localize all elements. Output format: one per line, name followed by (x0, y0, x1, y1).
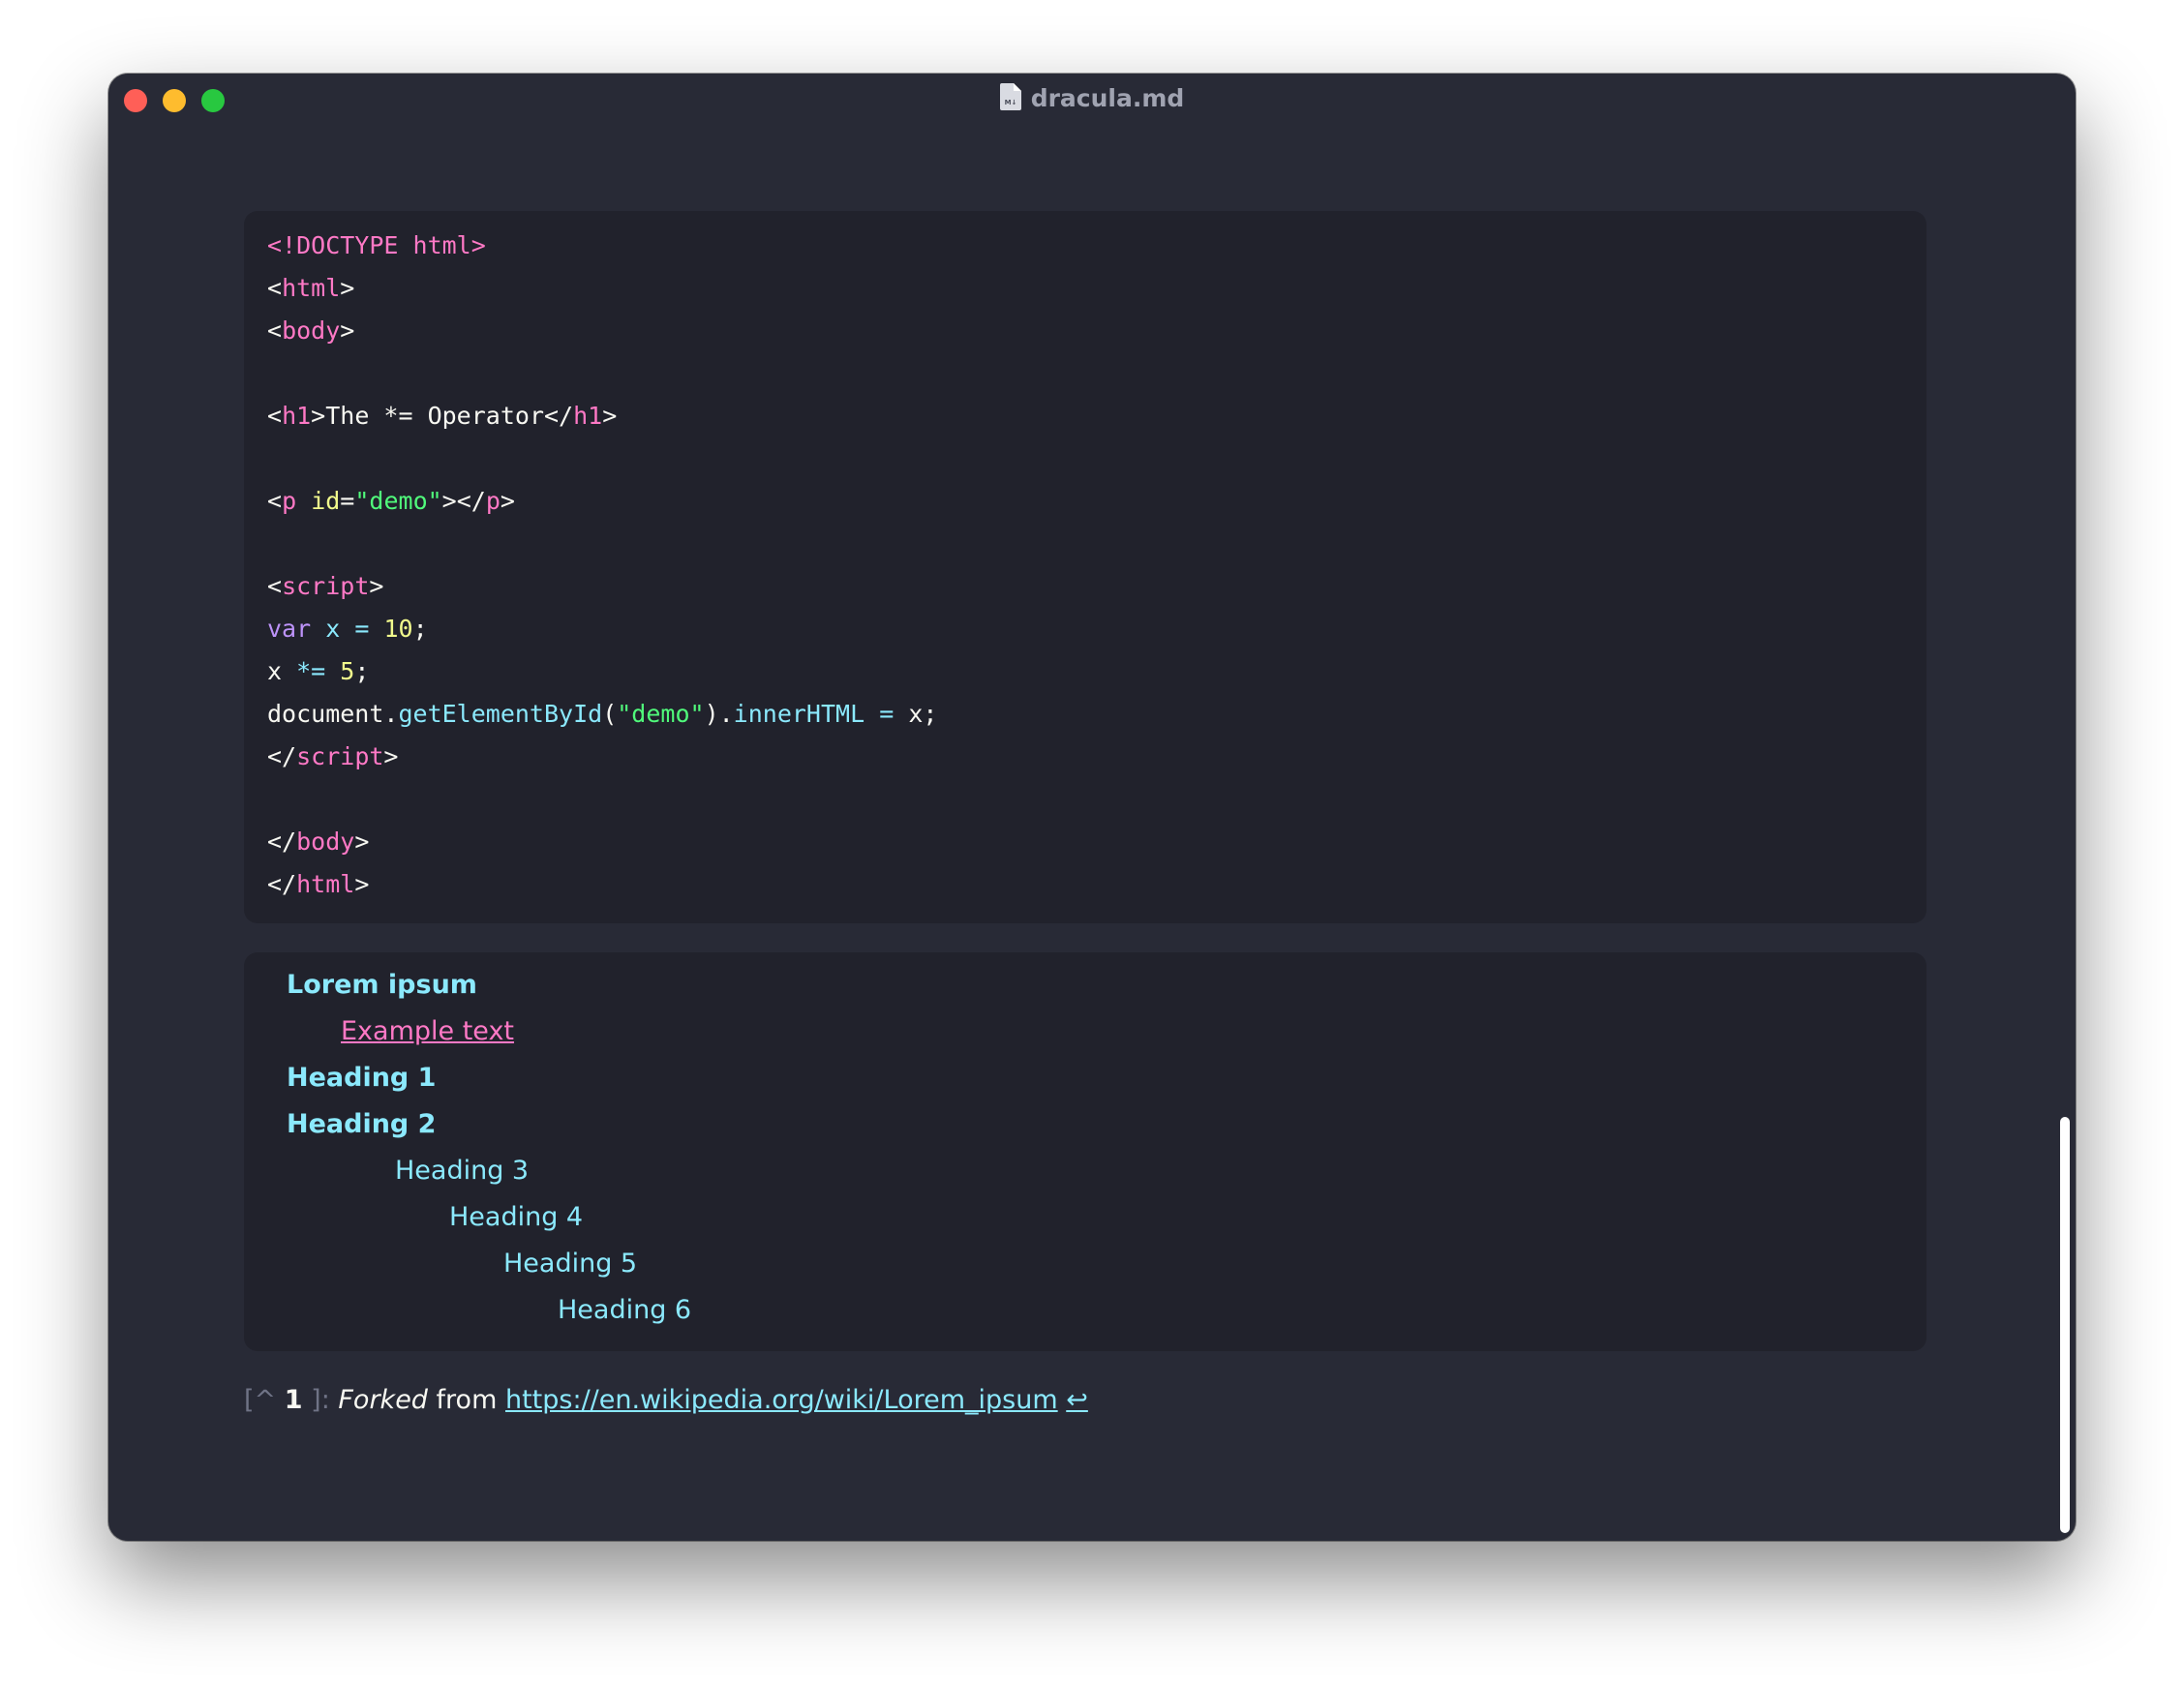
code-token: > (340, 274, 355, 302)
code-block[interactable]: <!DOCTYPE html> <html> <body> <h1>The *= Op… (244, 211, 1926, 923)
code-token: document. (267, 700, 399, 728)
code-token: 5 (340, 657, 355, 685)
footnote-link[interactable]: https://en.wikipedia.org/wiki/Lorem_ipsu… (505, 1385, 1058, 1415)
table-of-contents: Lorem ipsum Example text Heading 1 Heading … (244, 952, 1926, 1351)
footnote-colon: : (320, 1385, 330, 1415)
code-line: </script> (267, 736, 1926, 778)
code-token: > (500, 487, 515, 515)
title-bar: M↓ dracula.md (108, 74, 2076, 130)
code-token: ; (354, 657, 370, 685)
toc-item[interactable]: Lorem ipsum (244, 962, 1926, 1009)
code-token: ></ (441, 487, 486, 515)
code-token: h1 (573, 402, 603, 430)
toc-item[interactable]: Heading 2 (244, 1101, 1926, 1148)
code-token: h1 (282, 402, 312, 430)
code-line: <p id="demo"></p> (267, 480, 1926, 523)
code-token: html (296, 870, 355, 898)
code-line: </html> (267, 863, 1926, 906)
toc-item[interactable]: Heading 1 (244, 1055, 1926, 1101)
code-token: > (383, 742, 399, 770)
footnote-italic-text: Forked (338, 1385, 428, 1415)
code-token: < (267, 402, 283, 430)
code-line: <h1>The *= Operator</h1> (267, 395, 1926, 437)
code-token: > (354, 870, 370, 898)
code-line: var x = 10; (267, 608, 1926, 650)
code-line: <!DOCTYPE html> (267, 225, 1926, 267)
code-token: x; (894, 700, 938, 728)
code-token: < (267, 316, 283, 345)
code-token: p (485, 487, 500, 515)
code-token: </ (267, 828, 297, 856)
code-token: id (311, 487, 341, 515)
footnote-number: 1 (284, 1385, 303, 1415)
code-token: > (602, 402, 618, 430)
code-token: *= (296, 657, 326, 685)
code-token: x (267, 657, 297, 685)
code-token: = (879, 700, 895, 728)
code-token: ; (412, 615, 428, 643)
code-token: >The *= Operator</ (311, 402, 574, 430)
code-token: = (340, 487, 355, 515)
markdown-file-icon: M↓ (999, 83, 1021, 116)
app-window: M↓ dracula.md <!DOCTYPE html> <html> <body… (108, 74, 2076, 1541)
code-token: </ (267, 870, 297, 898)
toc-item[interactable]: Example text (244, 1009, 1926, 1055)
vertical-scrollbar[interactable] (2060, 1117, 2070, 1533)
code-token: getElementById (398, 700, 603, 728)
code-token: p (282, 487, 297, 515)
code-token: innerHTML (733, 700, 865, 728)
footnote-open-bracket: [^ (244, 1385, 277, 1415)
code-token: script (296, 742, 384, 770)
code-token: ). (704, 700, 734, 728)
code-token: ( (602, 700, 618, 728)
code-token: script (282, 572, 370, 600)
code-token: "demo" (617, 700, 705, 728)
code-token: <!DOCTYPE html> (267, 231, 486, 259)
toc-item[interactable]: Heading 3 (244, 1148, 1926, 1194)
code-token: 10 (383, 615, 413, 643)
code-token: body (296, 828, 355, 856)
window-title-text: dracula.md (1030, 84, 1185, 112)
code-line: x *= 5; (267, 650, 1926, 693)
code-line: <script> (267, 565, 1926, 608)
code-token: > (369, 572, 384, 600)
toc-item[interactable]: Heading 5 (244, 1241, 1926, 1287)
code-token: < (267, 274, 283, 302)
code-token: var (267, 615, 312, 643)
code-line: <html> (267, 267, 1926, 310)
code-token: body (282, 316, 341, 345)
code-token: = (354, 615, 370, 643)
code-token: html (282, 274, 341, 302)
code-token: > (340, 316, 355, 345)
code-token: < (267, 487, 283, 515)
code-token: x (325, 615, 341, 643)
footnote-close-bracket: ] (311, 1385, 321, 1415)
window-title: M↓ dracula.md (108, 83, 2076, 116)
code-line: document.getElementById("demo").innerHTM… (267, 693, 1926, 736)
toc-item[interactable]: Heading 4 (244, 1194, 1926, 1241)
code-token: </ (267, 742, 297, 770)
code-line: <body> (267, 310, 1926, 352)
code-token: "demo" (354, 487, 442, 515)
svg-text:M↓: M↓ (1004, 99, 1016, 106)
code-line: </body> (267, 821, 1926, 863)
toc-item[interactable]: Heading 6 (244, 1287, 1926, 1334)
footnote: [^ 1 ]: Forked from https://en.wikipedia… (244, 1376, 1088, 1425)
code-token: > (354, 828, 370, 856)
footnote-text: from (436, 1385, 498, 1415)
code-token: < (267, 572, 283, 600)
footnote-backref-icon[interactable]: ↩ (1066, 1385, 1088, 1415)
